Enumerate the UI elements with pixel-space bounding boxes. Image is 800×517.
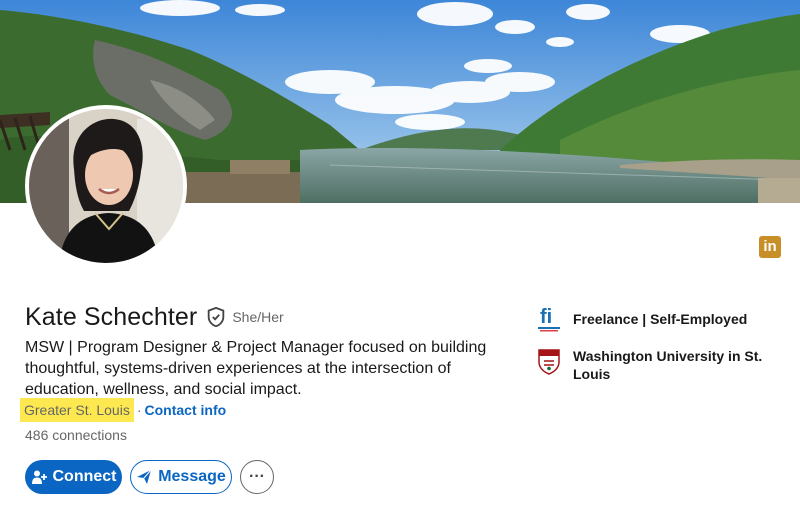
ellipsis-icon: ···	[249, 468, 265, 485]
connect-label: Connect	[52, 468, 117, 485]
separator-dot: ·	[136, 402, 142, 418]
connections-label: connections	[52, 427, 127, 443]
pronouns: She/Her	[232, 309, 284, 325]
connections-number: 486	[25, 427, 49, 443]
message-button[interactable]: Message	[130, 460, 232, 494]
school-name: Washington University in St. Louis	[573, 348, 763, 382]
name-row: Kate Schechter She/Her	[25, 300, 284, 334]
message-label: Message	[158, 468, 226, 485]
freelance-logo-icon: fi	[535, 303, 563, 333]
avatar[interactable]	[25, 105, 187, 267]
connect-button[interactable]: Connect	[25, 460, 122, 494]
location-row: Greater St. Louis · Contact info	[20, 398, 226, 422]
contact-info-link[interactable]: Contact info	[145, 402, 227, 418]
profile-photo	[29, 109, 183, 263]
linkedin-logo-icon: in	[759, 236, 781, 258]
more-actions-button[interactable]: ···	[240, 460, 274, 494]
add-person-icon	[31, 469, 47, 485]
profile-name: Kate Schechter	[25, 302, 198, 331]
send-icon	[136, 469, 152, 485]
profile-headline: MSW | Program Designer & Project Manager…	[25, 339, 487, 398]
profile-actions: Connect Message ···	[25, 460, 274, 494]
location-text: Greater St. Louis	[20, 398, 134, 422]
profile-card: in Kate Schechter She/Her MSW | Program …	[0, 0, 800, 517]
company-name: Freelance | Self-Employed	[573, 311, 748, 327]
verified-shield-icon[interactable]	[205, 306, 227, 328]
svg-text:fi: fi	[540, 306, 552, 328]
connections-count[interactable]: 486 connections	[25, 427, 127, 443]
education-school[interactable]: Washington University in St. Louis	[535, 347, 773, 383]
current-company[interactable]: fi Freelance | Self-Employed	[535, 303, 773, 333]
university-shield-icon	[535, 347, 563, 377]
